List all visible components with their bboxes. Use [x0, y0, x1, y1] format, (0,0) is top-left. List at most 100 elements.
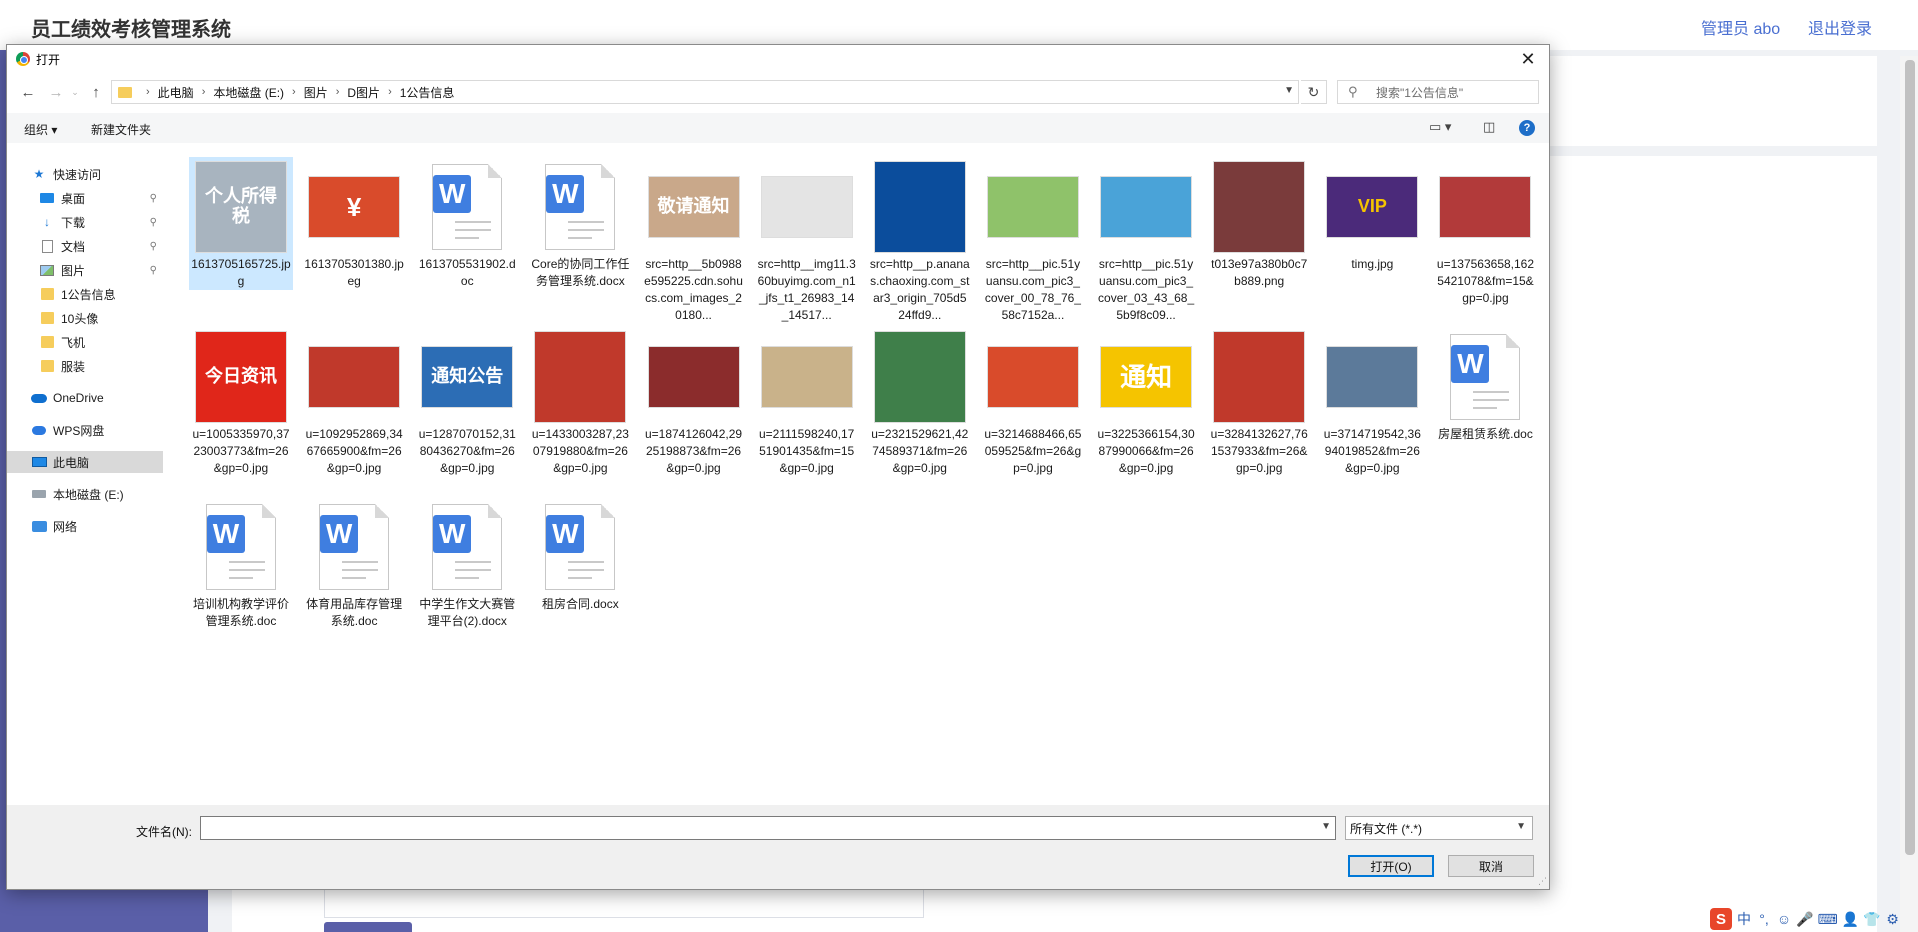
file-item[interactable]: 通知公告 u=1287070152,3180436270&fm=26&gp=0.j… [415, 327, 519, 477]
address-dropdown-icon[interactable]: ▼ [1284, 85, 1294, 96]
file-name: Core的协同工作任务管理系统.docx [531, 257, 630, 288]
nav-item[interactable]: ★ 快速访问 [7, 163, 163, 185]
file-item[interactable]: u=3214688466,65059525&fm=26&gp=0.jpg [981, 327, 1085, 477]
file-item[interactable]: W 1613705531902.doc [415, 157, 519, 290]
nav-item[interactable]: 网络 [7, 515, 163, 537]
breadcrumb-item[interactable]: 此电脑 [158, 84, 194, 101]
file-item[interactable]: W 体育用品库存管理系统.doc [302, 497, 406, 630]
admin-user-link[interactable]: 管理员 abo [1701, 15, 1780, 39]
nav-item[interactable]: 本地磁盘 (E:) [7, 483, 163, 505]
file-item[interactable]: ¥1613705301380.jpeg [302, 157, 406, 290]
file-item[interactable]: u=1433003287,2307919880&fm=26&gp=0.jpg [528, 327, 632, 477]
nav-item[interactable]: WPS网盘 [7, 419, 163, 441]
file-item[interactable]: u=1092952869,3467665900&fm=26&gp=0.jpg [302, 327, 406, 477]
file-item[interactable]: 个人所得税 1613705165725.jpg [189, 157, 293, 290]
ime-lang-icon[interactable]: 中 [1736, 909, 1752, 929]
file-item[interactable]: W 租房合同.docx [528, 497, 632, 613]
image-thumbnail [308, 331, 401, 423]
file-item[interactable]: src=http__pic.51yuansu.com_pic3_cover_03… [1094, 157, 1198, 324]
ime-skin-icon[interactable]: 👕 [1863, 911, 1880, 928]
file-item[interactable]: u=3284132627,761537933&fm=26&gp=0.jpg [1207, 327, 1311, 477]
back-arrow-icon[interactable]: ← [17, 81, 39, 103]
nav-item[interactable]: 10头像 [7, 307, 163, 329]
help-icon[interactable]: ? [1519, 120, 1535, 136]
forward-arrow-icon[interactable]: → [45, 81, 67, 103]
ime-user-icon[interactable]: 👤 [1842, 911, 1859, 928]
search-input[interactable]: ⚲ 搜索"1公告信息" [1337, 80, 1539, 104]
breadcrumb-chevron-icon[interactable]: › [292, 86, 296, 98]
file-name: u=1005335970,3723003773&fm=26&gp=0.jpg [192, 427, 290, 475]
ime-punct-icon[interactable]: °, [1756, 911, 1772, 927]
preview-pane-icon[interactable]: ◫ [1483, 119, 1495, 135]
file-item[interactable]: W 中学生作文大赛管理平台(2).docx [415, 497, 519, 630]
close-icon[interactable]: ✕ [1513, 47, 1543, 71]
file-item[interactable]: u=137563658,1625421078&fm=15&gp=0.jpg [1433, 157, 1537, 307]
breadcrumb-chevron-icon[interactable]: › [146, 86, 150, 98]
file-item[interactable]: t013e97a380b0c7b889.png [1207, 157, 1311, 290]
file-item[interactable]: src=http__img11.360buyimg.com_n1_jfs_t1_… [755, 157, 859, 324]
cancel-button[interactable]: 取消 [1448, 855, 1534, 877]
file-item[interactable]: src=http__pic.51yuansu.com_pic3_cover_00… [981, 157, 1085, 324]
nav-item[interactable]: 1公告信息 [7, 283, 163, 305]
recent-locations-chevron-icon[interactable]: ⌄ [69, 81, 81, 103]
breadcrumb-chevron-icon[interactable]: › [388, 86, 392, 98]
file-name: src=http__pic.51yuansu.com_pic3_cover_03… [1098, 257, 1195, 322]
nav-item[interactable]: 图片 ⚲ [7, 259, 163, 281]
filename-dropdown-icon[interactable]: ▼ [1321, 821, 1331, 832]
nav-item[interactable]: 文档 ⚲ [7, 235, 163, 257]
file-item[interactable]: u=2111598240,1751901435&fm=15&gp=0.jpg [755, 327, 859, 477]
image-thumbnail [873, 331, 966, 423]
nav-item[interactable]: ↓ 下载 ⚲ [7, 211, 163, 233]
page-scrollbar-thumb[interactable] [1905, 60, 1915, 855]
chrome-icon [16, 52, 30, 66]
nav-item[interactable]: 桌面 ⚲ [7, 187, 163, 209]
file-item[interactable]: W 房屋租赁系统.doc [1433, 327, 1537, 443]
ime-voice-icon[interactable]: 🎤 [1796, 911, 1813, 928]
breadcrumb-chevron-icon[interactable]: › [202, 86, 206, 98]
dialog-titlebar[interactable]: 打开 ✕ [7, 45, 1549, 73]
breadcrumb-item[interactable]: 1公告信息 [400, 84, 455, 101]
breadcrumb-item[interactable]: 图片 [304, 84, 328, 101]
filetype-select[interactable]: 所有文件 (*.*) ▼ [1345, 816, 1533, 840]
image-thumbnail: 今日资讯 [195, 331, 287, 423]
new-folder-button[interactable]: 新建文件夹 [91, 121, 151, 138]
file-name: u=1874126042,2925198873&fm=26&gp=0.jpg [644, 427, 743, 475]
filename-input[interactable]: ▼ [200, 816, 1336, 840]
nav-item-label: OneDrive [53, 391, 104, 405]
nav-item[interactable]: 此电脑 [7, 451, 163, 473]
logout-link[interactable]: 退出登录 [1808, 15, 1872, 39]
app-submit-button[interactable] [324, 922, 412, 932]
nav-item-label: 此电脑 [53, 455, 90, 470]
file-item[interactable]: u=3714719542,3694019852&fm=26&gp=0.jpg [1320, 327, 1424, 477]
file-item[interactable]: W Core的协同工作任务管理系统.docx [528, 157, 632, 290]
refresh-icon[interactable]: ↻ [1301, 80, 1327, 104]
file-item[interactable]: 今日资讯 u=1005335970,3723003773&fm=26&gp=0.j… [189, 327, 293, 477]
resize-grip-icon[interactable]: ⋰ [1538, 876, 1547, 887]
image-thumbnail: 敬请通知 [647, 161, 740, 253]
view-options-icon[interactable]: ▭ ▾ [1429, 119, 1451, 135]
nav-item[interactable]: 服装 [7, 355, 163, 377]
file-item[interactable]: W 培训机构教学评价管理系统.doc [189, 497, 293, 630]
nav-item[interactable]: 飞机 [7, 331, 163, 353]
file-item[interactable]: u=1874126042,2925198873&fm=26&gp=0.jpg [642, 327, 746, 477]
file-item[interactable]: src=http__p.ananas.chaoxing.com_star3_or… [868, 157, 972, 324]
file-item[interactable]: 敬请通知 src=http__5b0988e595225.cdn.sohucs.c… [642, 157, 746, 324]
organize-menu-button[interactable]: 组织 ▾ [24, 121, 57, 138]
ime-settings-icon[interactable]: ⚙ [1885, 911, 1901, 928]
ime-emoji-icon[interactable]: ☺ [1776, 911, 1792, 927]
address-bar[interactable]: › 此电脑 › 本地磁盘 (E:) › 图片 › D图片 › 1公告信息 ▼ [111, 80, 1299, 104]
up-arrow-icon[interactable]: ↑ [85, 81, 107, 103]
file-item[interactable]: u=2321529621,4274589371&fm=26&gp=0.jpg [868, 327, 972, 477]
ime-keyboard-icon[interactable]: ⌨ [1817, 911, 1837, 928]
image-thumbnail [760, 331, 853, 423]
nav-item[interactable]: OneDrive [7, 387, 163, 409]
sogou-ime-icon[interactable]: S [1710, 908, 1732, 930]
breadcrumb-chevron-icon[interactable]: › [336, 86, 340, 98]
file-item[interactable]: 通知 u=3225366154,3087990066&fm=26&gp=0.jpg [1094, 327, 1198, 477]
open-button[interactable]: 打开(O) [1348, 855, 1434, 877]
image-thumbnail [534, 331, 627, 423]
file-item[interactable]: VIP timg.jpg [1320, 157, 1424, 273]
breadcrumb-item[interactable]: D图片 [347, 84, 380, 101]
filename-label: 文件名(N): [136, 825, 192, 839]
breadcrumb-item[interactable]: 本地磁盘 (E:) [213, 84, 284, 101]
